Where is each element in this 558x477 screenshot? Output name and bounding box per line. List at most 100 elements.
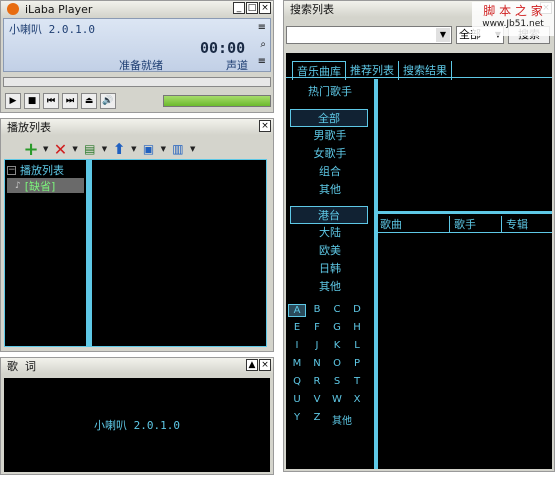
- playlist-close-button[interactable]: ×: [259, 120, 271, 132]
- refresh-dropdown-icon[interactable]: ▼: [161, 145, 166, 153]
- version-label: 小喇叭 2.0.1.0: [9, 23, 95, 36]
- watermark-line1: 脚 本 之 家: [483, 4, 543, 18]
- playlist-toolbar: + ▼ ✕ ▼ ▤ ▼ ⬆ ▼ ▣ ▼ ▥ ▼: [23, 139, 195, 160]
- player-window: iLaba Player _ □ × 小喇叭 2.0.1.0 00:00 准备就…: [0, 0, 274, 113]
- channel-menu-icon[interactable]: ≡: [258, 56, 266, 67]
- search-title: 搜索列表: [290, 3, 334, 16]
- lyrics-title: 歌 词: [7, 360, 36, 373]
- letter-i[interactable]: I: [288, 340, 306, 351]
- letter-y[interactable]: Y: [288, 412, 306, 423]
- results-splitter[interactable]: [378, 211, 552, 214]
- delete-icon[interactable]: ✕: [52, 140, 68, 159]
- column-song[interactable]: 歌曲: [378, 215, 450, 232]
- tree-item-default[interactable]: ♪ [缺省]: [7, 178, 84, 193]
- letter-j[interactable]: J: [308, 340, 326, 351]
- group2-item-other[interactable]: 其他: [286, 278, 374, 294]
- sort-dropdown-icon[interactable]: ▼: [190, 145, 195, 153]
- letter-l[interactable]: L: [348, 340, 366, 351]
- stop-icon[interactable]: ■: [24, 93, 40, 109]
- group2-item-western[interactable]: 欧美: [286, 242, 374, 258]
- group1-item-male[interactable]: 男歌手: [286, 127, 374, 143]
- lyrics-display: 小喇叭 2.0.1.0: [4, 378, 270, 472]
- column-singer[interactable]: 歌手: [450, 215, 502, 232]
- move-up-icon[interactable]: ⬆: [111, 140, 127, 158]
- search-body: 音乐曲库 推荐列表 搜索结果 热门歌手 全部 男歌手 女歌手 组合 其他 港台 …: [286, 53, 552, 469]
- minimize-button[interactable]: _: [233, 2, 245, 14]
- letter-other[interactable]: 其他: [326, 412, 358, 427]
- volume-fill: [164, 96, 270, 106]
- eject-icon[interactable]: ⏏: [81, 93, 97, 109]
- letter-f[interactable]: F: [308, 322, 326, 333]
- group1-header[interactable]: 全部: [290, 109, 368, 127]
- letter-q[interactable]: Q: [288, 376, 306, 387]
- column-album[interactable]: 专辑: [502, 216, 528, 232]
- next-icon[interactable]: ⏭: [62, 93, 78, 109]
- refresh-icon[interactable]: ▣: [141, 141, 157, 157]
- maximize-button[interactable]: □: [246, 2, 258, 14]
- lyrics-close-button[interactable]: ×: [259, 359, 271, 371]
- letter-n[interactable]: N: [308, 358, 326, 369]
- group1-item-group[interactable]: 组合: [286, 163, 374, 179]
- letter-v[interactable]: V: [308, 394, 326, 405]
- volume-icon[interactable]: 🔊: [100, 93, 116, 109]
- menu-icon[interactable]: ≡: [258, 22, 266, 33]
- letter-d[interactable]: D: [348, 304, 366, 315]
- app-title: iLaba Player: [25, 2, 93, 16]
- letter-x[interactable]: X: [348, 394, 366, 405]
- file-dropdown-icon[interactable]: ▼: [102, 145, 107, 153]
- letter-c[interactable]: C: [328, 304, 346, 315]
- close-button[interactable]: ×: [259, 2, 271, 14]
- time-display: 00:00: [200, 39, 246, 57]
- volume-slider[interactable]: [163, 95, 271, 107]
- group1-item-other[interactable]: 其他: [286, 181, 374, 197]
- letter-s[interactable]: S: [328, 376, 346, 387]
- group2-item-mainland[interactable]: 大陆: [286, 224, 374, 240]
- transport-controls: ▶ ■ ⏮ ⏭ ⏏ 🔊: [5, 93, 116, 109]
- letter-z[interactable]: Z: [308, 412, 326, 423]
- letter-r[interactable]: R: [308, 376, 326, 387]
- letter-p[interactable]: P: [348, 358, 366, 369]
- letter-g[interactable]: G: [328, 322, 346, 333]
- progress-bar[interactable]: [3, 77, 271, 87]
- channel-label: 声道: [226, 59, 248, 72]
- play-icon[interactable]: ▶: [5, 93, 21, 109]
- collapse-icon[interactable]: −: [7, 165, 16, 175]
- letter-a[interactable]: A: [288, 304, 306, 317]
- delete-dropdown-icon[interactable]: ▼: [72, 145, 77, 153]
- search-dropdown-icon[interactable]: ▼: [436, 28, 450, 42]
- music-file-icon: ♪: [15, 180, 21, 191]
- add-dropdown-icon[interactable]: ▼: [43, 145, 48, 153]
- player-display: 小喇叭 2.0.1.0 00:00 准备就绪 声道 ≡ ⌕ ≡: [3, 18, 271, 72]
- playlist-title-bar: 播放列表 ×: [1, 119, 273, 135]
- group1-item-female[interactable]: 女歌手: [286, 145, 374, 161]
- zoom-icon[interactable]: ⌕: [260, 39, 266, 50]
- hot-singers-label[interactable]: 热门歌手: [286, 83, 374, 99]
- letter-w[interactable]: W: [328, 394, 346, 405]
- letter-o[interactable]: O: [328, 358, 346, 369]
- letter-m[interactable]: M: [288, 358, 306, 369]
- group2-header[interactable]: 港台: [290, 206, 368, 224]
- tabs-underline: [286, 77, 552, 78]
- previous-icon[interactable]: ⏮: [43, 93, 59, 109]
- move-dropdown-icon[interactable]: ▼: [131, 145, 136, 153]
- song-table-header: 歌曲 歌手 专辑: [378, 215, 552, 233]
- letter-t[interactable]: T: [348, 376, 366, 387]
- letter-b[interactable]: B: [308, 304, 326, 315]
- playlist-tracks: [91, 159, 267, 347]
- search-input[interactable]: ▼: [286, 26, 452, 44]
- letter-k[interactable]: K: [328, 340, 346, 351]
- sort-icon[interactable]: ▥: [170, 141, 186, 157]
- tree-root[interactable]: − 播放列表: [7, 162, 64, 178]
- category-panel: 热门歌手 全部 男歌手 女歌手 组合 其他 港台 大陆 欧美 日韩 其他 ABC…: [286, 79, 374, 469]
- letter-e[interactable]: E: [288, 322, 306, 333]
- add-icon[interactable]: +: [23, 139, 39, 160]
- search-window: 搜索列表 × ▼ 全部 ▼ 搜索 音乐曲库 推荐列表 搜索结果 热门歌手 全部 …: [283, 0, 555, 472]
- file-icon[interactable]: ▤: [82, 141, 98, 157]
- lyrics-pin-button[interactable]: ▲: [246, 359, 258, 371]
- group2-item-jpkr[interactable]: 日韩: [286, 260, 374, 276]
- letter-h[interactable]: H: [348, 322, 366, 333]
- playlist-title: 播放列表: [7, 121, 51, 134]
- tree-item-label: [缺省]: [24, 179, 56, 193]
- lyrics-text: 小喇叭 2.0.1.0: [94, 419, 180, 432]
- letter-u[interactable]: U: [288, 394, 306, 405]
